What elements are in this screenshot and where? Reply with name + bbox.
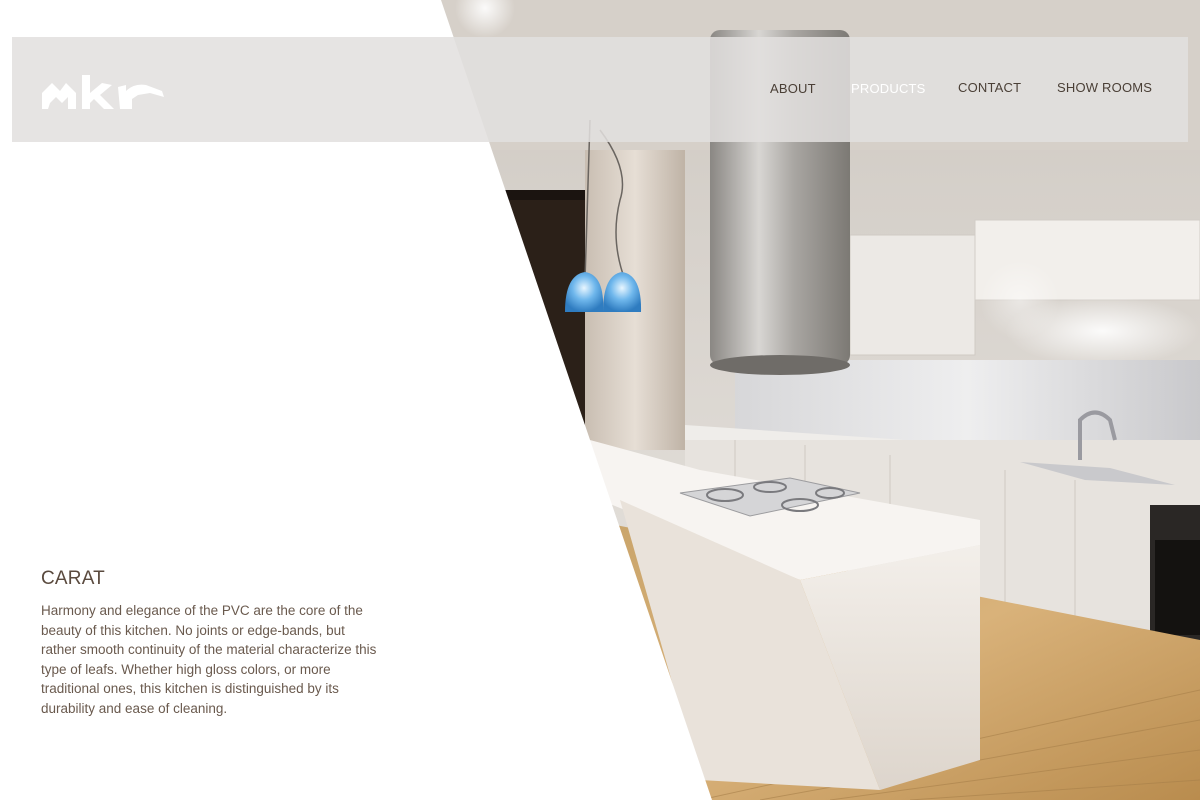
product-title: CARAT: [41, 568, 105, 589]
nav-about[interactable]: ABOUT: [770, 81, 816, 96]
header-bar: ABOUT PRODUCTS CONTACT SHOW ROOMS: [12, 37, 1188, 142]
product-description: Harmony and elegance of the PVC are the …: [41, 603, 377, 716]
nav-products[interactable]: PRODUCTS: [851, 81, 926, 96]
nav-show-rooms[interactable]: SHOW ROOMS: [1057, 80, 1152, 95]
nav-contact[interactable]: CONTACT: [958, 80, 1021, 95]
page: ABOUT PRODUCTS CONTACT SHOW ROOMS CARAT …: [0, 0, 1200, 800]
mkr-logo[interactable]: [42, 73, 164, 113]
product-info: CARAT Harmony and elegance of the PVC ar…: [41, 568, 381, 719]
